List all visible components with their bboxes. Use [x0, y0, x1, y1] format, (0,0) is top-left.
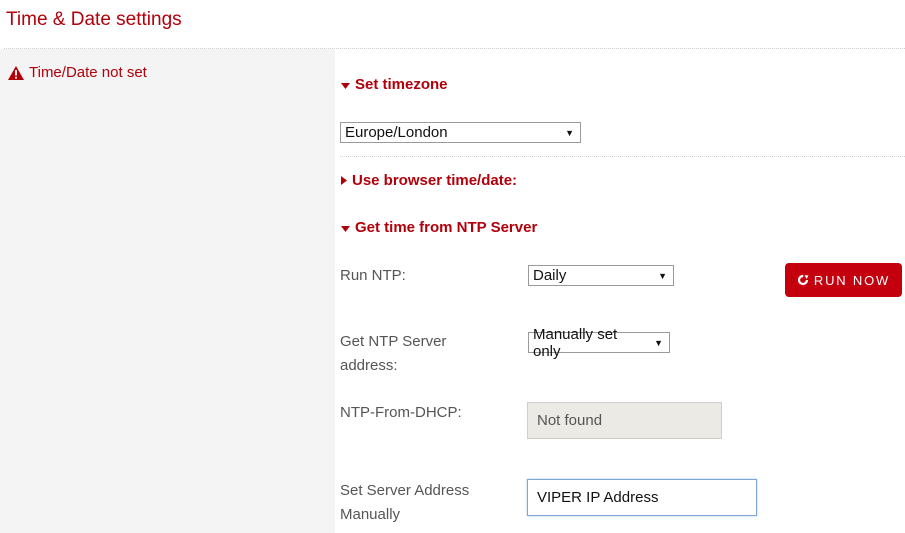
label-line: Set Server Address — [340, 482, 470, 499]
run-ntp-value: Daily — [533, 267, 567, 284]
run-ntp-select[interactable]: Daily ▼ — [528, 265, 674, 286]
manual-server-address-label: Set Server Address Manually — [340, 479, 469, 527]
timezone-select[interactable]: Europe/London ▼ — [340, 122, 581, 143]
ntp-from-dhcp-field: Not found — [527, 402, 722, 439]
page-title: Time & Date settings — [6, 9, 182, 30]
run-ntp-label: Run NTP: — [340, 267, 406, 284]
dropdown-arrow-icon: ▼ — [658, 270, 667, 281]
warning-text: Time/Date not set — [29, 64, 147, 81]
dropdown-arrow-icon: ▼ — [654, 337, 663, 348]
caret-right-icon — [341, 172, 347, 189]
warning-icon — [8, 65, 24, 80]
ntp-server-address-value: Manually set only — [533, 325, 618, 360]
label-line: address: — [340, 357, 398, 374]
ntp-server-address-select[interactable]: Manually set only ▼ — [528, 326, 670, 360]
section-label: Use browser time/date: — [352, 172, 518, 189]
section-set-timezone[interactable]: Set timezone — [341, 76, 448, 93]
label-line: Manually — [340, 506, 401, 523]
status-warning: Time/Date not set — [8, 64, 147, 81]
left-status-panel — [0, 49, 335, 533]
section-label: Set timezone — [355, 76, 448, 93]
section-browser-time[interactable]: Use browser time/date: — [341, 172, 517, 189]
ntp-server-address-label: Get NTP Server address: — [340, 330, 446, 378]
label-line: Get NTP Server — [340, 333, 447, 350]
timezone-value: Europe/London — [345, 124, 448, 141]
section-label: Get time from NTP Server — [355, 219, 538, 236]
refresh-icon — [797, 274, 809, 286]
dropdown-arrow-icon: ▼ — [565, 127, 574, 138]
run-now-button[interactable]: RUN NOW — [785, 263, 902, 297]
section-divider — [340, 156, 905, 157]
section-ntp-server[interactable]: Get time from NTP Server — [341, 219, 537, 236]
run-now-label: RUN NOW — [813, 272, 891, 288]
ntp-from-dhcp-label: NTP-From-DHCP: — [340, 404, 462, 421]
caret-down-icon — [341, 76, 350, 93]
caret-down-icon — [341, 219, 350, 236]
manual-server-address-input[interactable]: VIPER IP Address — [527, 479, 757, 516]
